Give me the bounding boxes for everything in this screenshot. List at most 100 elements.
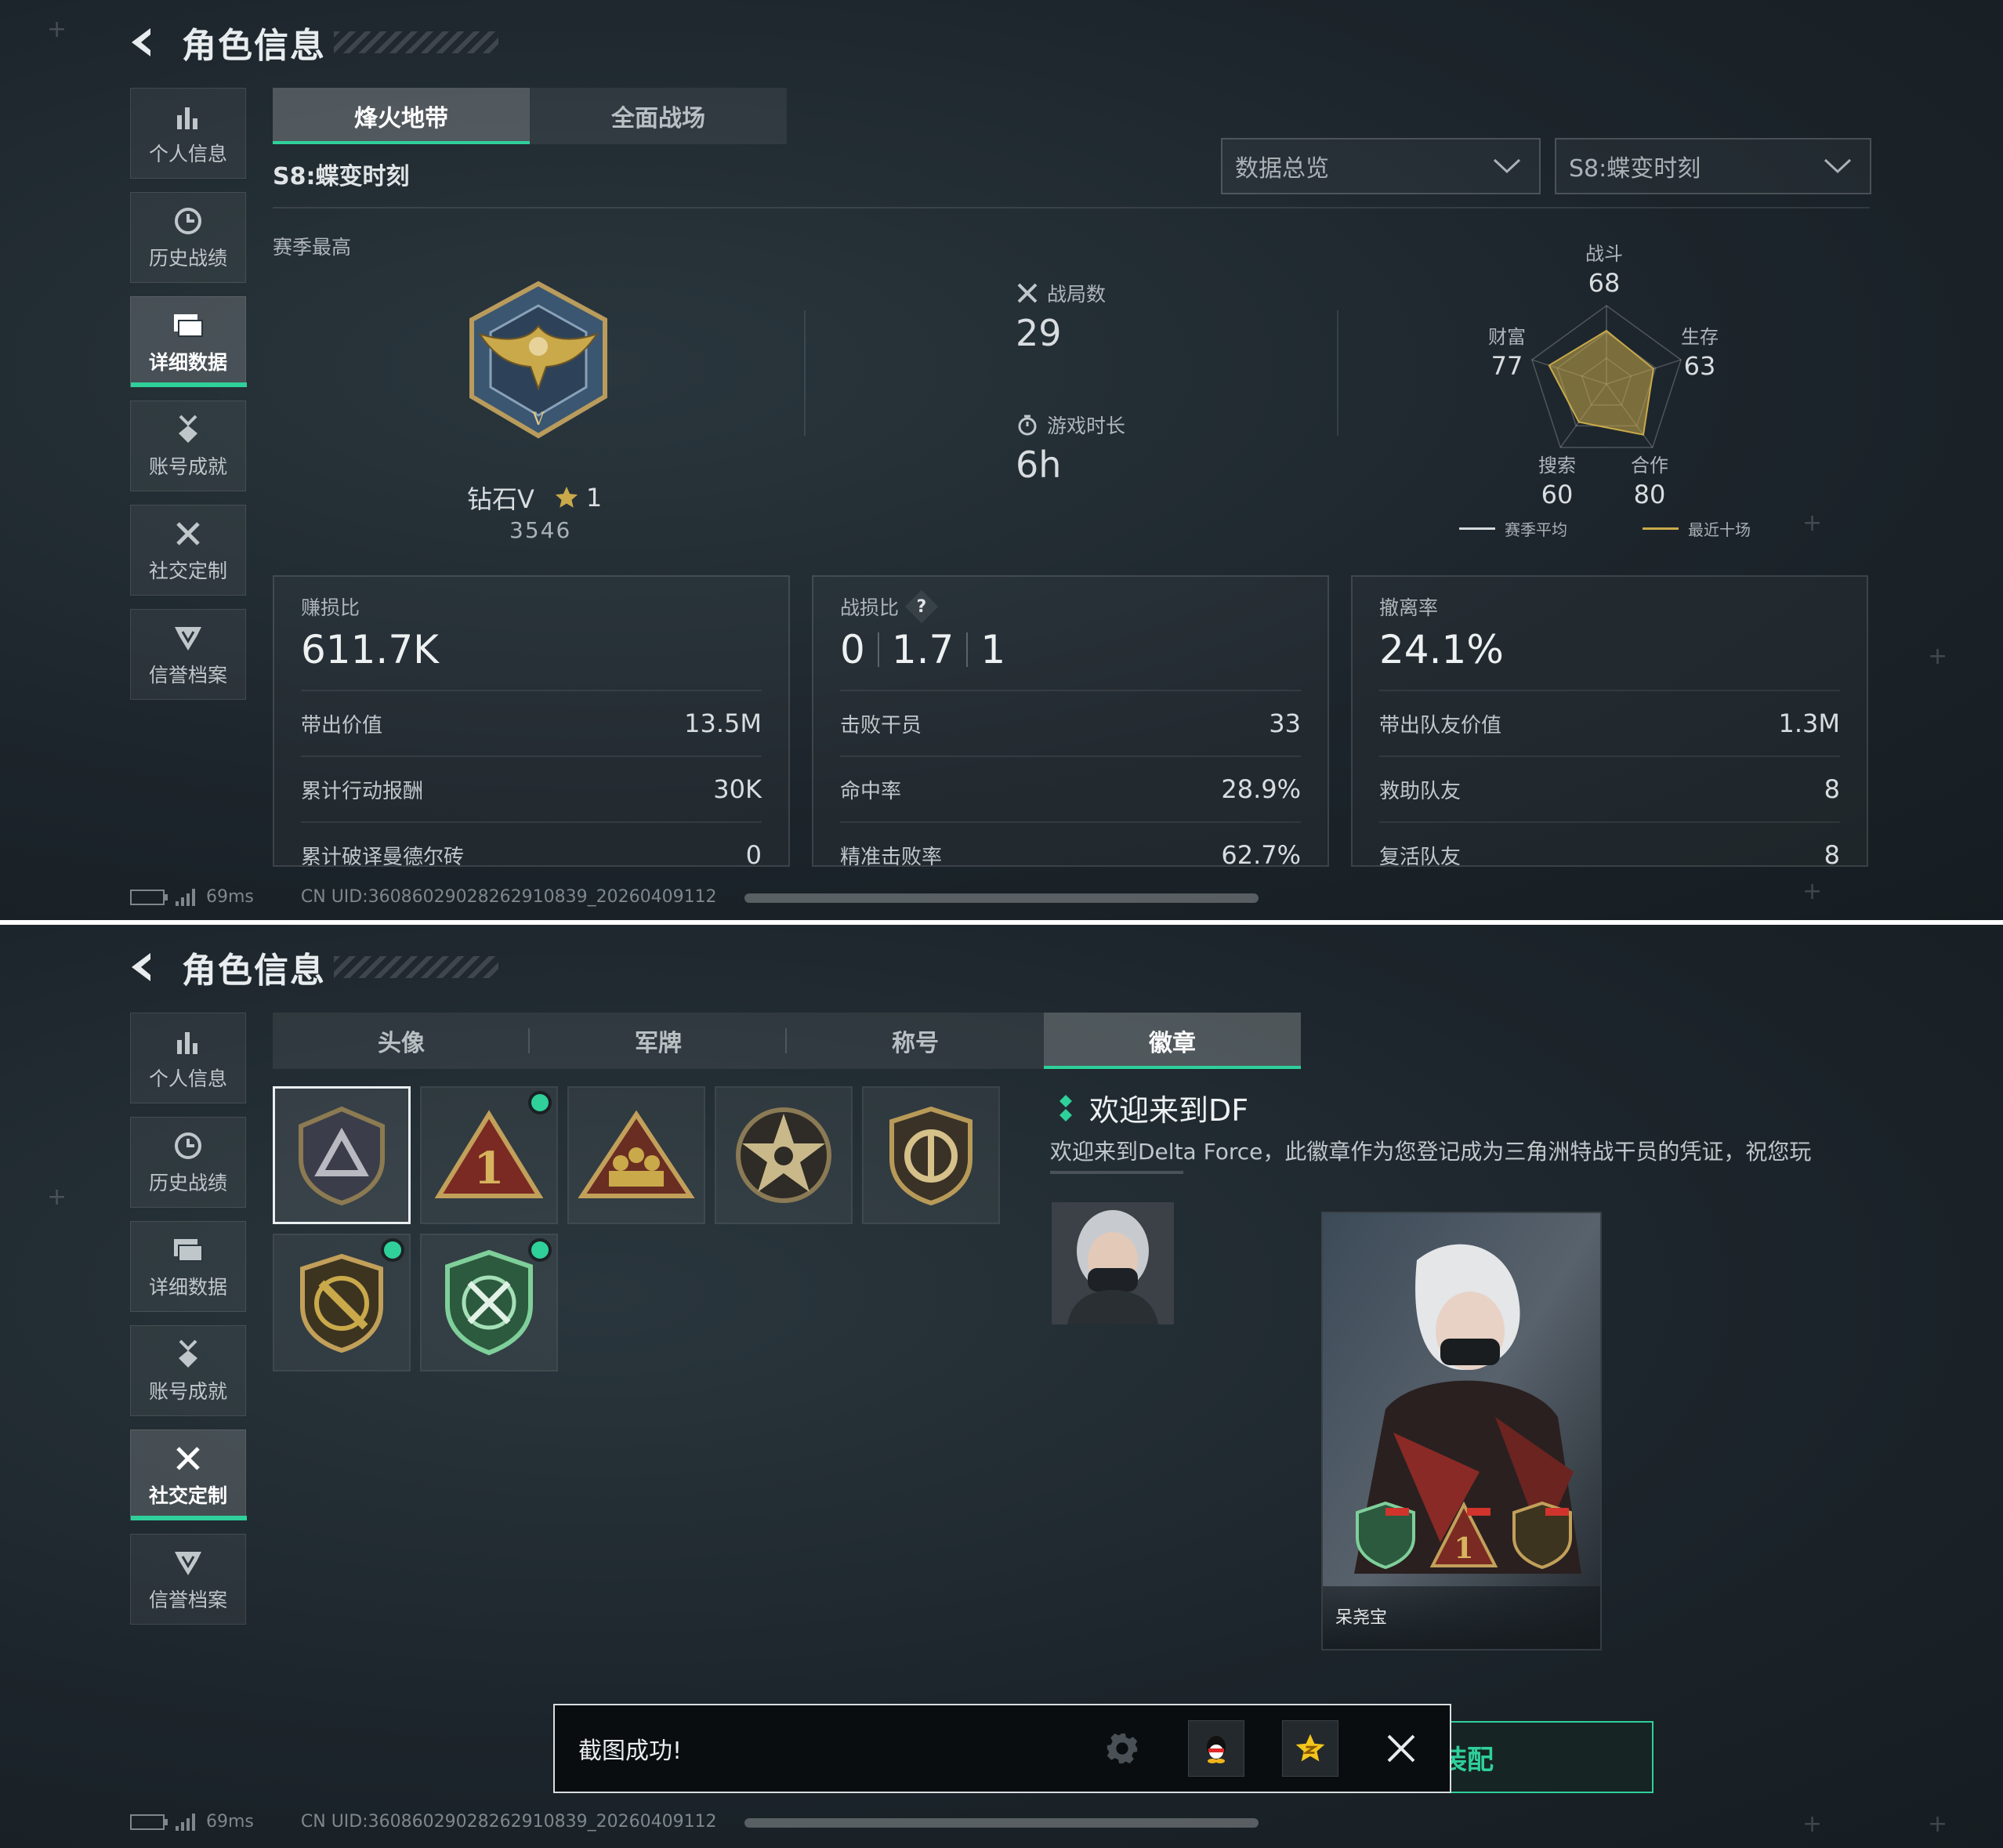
description-underline [1050,1171,1183,1174]
badge-slot-4[interactable] [715,1086,853,1224]
back-button[interactable] [125,25,160,60]
decor-plus: + [47,1183,67,1211]
horizontal-scrollbar[interactable] [744,1818,1259,1828]
badge-slot-2[interactable]: 1 [420,1086,558,1224]
sidebar-item-detail-data[interactable]: 详细数据 [130,1221,246,1312]
help-icon[interactable]: ? [904,589,939,624]
bar-chart-icon [171,100,205,134]
separator [877,632,879,667]
sidebar-item-history[interactable]: 历史战绩 [130,1117,246,1208]
rifle-shield-badge-icon [300,1253,383,1353]
card-value: 24.1% [1379,627,1504,672]
sidebar-item-achievements[interactable]: 账号成就 [130,400,246,491]
horizontal-scrollbar[interactable] [744,893,1259,903]
row-value: 62.7% [1221,840,1301,870]
tab-dogtag[interactable]: 军牌 [530,1013,787,1069]
sidebar-item-label: 历史战绩 [148,247,227,270]
radar-value-wealth: 77 [1490,351,1523,381]
divider [804,310,806,436]
kd-part: 1.7 [891,627,954,672]
sidebar-item-label: 个人信息 [148,143,227,165]
svg-text:1: 1 [1454,1532,1473,1565]
share-qq-button[interactable] [1188,1720,1244,1777]
radar-value-teamwork: 80 [1633,480,1666,509]
sidebar-item-achievements[interactable]: 账号成就 [130,1325,246,1416]
stopwatch-icon [1016,413,1039,437]
stat-row: 带出队友价值 1.3M [1379,690,1840,756]
radar-label-teamwork: 合作 [1631,455,1668,476]
matches-value: 29 [1016,312,1062,354]
row-label: 带出价值 [301,713,383,737]
badge-slot-1[interactable] [273,1086,411,1224]
status-footer: 69ms CN UID:360860290282629108​39_202604… [130,1812,717,1832]
rank-score: 3546 [509,517,572,543]
bar-chart-icon [171,1024,205,1059]
badge-slot-7[interactable] [420,1234,558,1372]
medal-icon [171,1337,205,1372]
decor-plus: + [1928,643,1948,670]
radar-value-combat: 68 [1588,268,1621,298]
sidebar-item-profile[interactable]: 个人信息 [130,88,246,179]
radar-value-survival: 63 [1683,351,1716,381]
tab-label: 头像 [378,1030,425,1057]
title-decor [334,31,498,53]
legend-line [1459,527,1495,530]
qq-penguin-icon [1207,1736,1226,1763]
sidebar: 个人信息 历史战绩 详细数据 账号成就 社交定制 信誉档案 [130,1013,247,1638]
badge-detail-title: 欢迎来到DF [1058,1086,1248,1129]
sidebar-item-label: 账号成就 [148,455,227,478]
radar-recent-shape [1548,329,1654,436]
tab-avatar[interactable]: 头像 [273,1013,530,1069]
sidebar: 个人信息 历史战绩 详细数据 账号成就 社交定制 信誉档案 [130,88,247,713]
card-label: 战损比 [840,596,900,619]
green-crossed-knives-badge-icon [445,1249,533,1356]
close-icon [1387,1734,1415,1763]
page-title: 角色信息 [182,951,326,991]
stat-row: 累计行动报酬 30K [301,756,762,821]
playtime-label: 游戏时长 [1047,415,1126,437]
back-arrow-icon [132,953,150,981]
tab-title[interactable]: 称号 [787,1013,1044,1069]
settings-button[interactable] [1094,1720,1150,1777]
signal-icon [176,1813,195,1831]
help-glyph: ? [916,596,927,617]
divider [273,207,1870,208]
badge-slot-5[interactable] [862,1086,1000,1224]
sidebar-item-credit[interactable]: 信誉档案 [130,609,246,700]
folder-icon [171,1233,205,1267]
badge-slot-3[interactable] [567,1086,705,1224]
data-overview-select[interactable]: 数据总览 [1221,138,1541,194]
sidebar-item-profile[interactable]: 个人信息 [130,1013,246,1103]
tab-warfare[interactable]: 全面战场 [530,88,787,144]
sidebar-item-social[interactable]: 社交定制 [130,505,246,596]
tab-badge[interactable]: 徽章 [1044,1013,1301,1069]
tab-hazard-zone[interactable]: 烽火地带 [273,88,530,144]
kd-part: 1 [980,627,1006,672]
radar-label-combat: 战斗 [1585,243,1623,265]
sidebar-item-history[interactable]: 历史战绩 [130,192,246,283]
extract-card: 撤离率 24.1% 带出队友价值 1.3M 救助队友 8 复活队友 8 [1351,575,1868,870]
divider [1337,310,1338,436]
kd-part: 0 [840,627,865,672]
sidebar-item-label: 个人信息 [148,1067,227,1090]
radar-label-survival: 生存 [1681,326,1719,348]
stat-row: 命中率 28.9% [840,756,1301,821]
tools-icon [171,516,205,551]
playtime-stat: 游戏时长 6h [1016,411,1125,486]
sidebar-item-social[interactable]: 社交定制 [130,1429,247,1520]
sidebar-item-detail-data[interactable]: 详细数据 [130,296,247,387]
close-toast-button[interactable] [1376,1723,1426,1774]
badge-slot-6[interactable] [273,1234,411,1372]
season-select[interactable]: S8:蝶变时刻 [1555,138,1871,194]
sidebar-item-label: 社交定制 [148,560,227,582]
gear-icon [1107,1733,1138,1764]
row-value: 1.3M [1778,708,1841,738]
back-button[interactable] [125,950,160,984]
select-value: 数据总览 [1235,155,1329,183]
player-name: 呆尧宝 [1335,1608,1388,1628]
player-avatar[interactable] [1052,1202,1174,1324]
new-indicator [531,1241,549,1259]
matches-label: 战局数 [1047,283,1107,306]
share-qzone-button[interactable] [1282,1720,1338,1777]
sidebar-item-credit[interactable]: 信誉档案 [130,1534,246,1625]
